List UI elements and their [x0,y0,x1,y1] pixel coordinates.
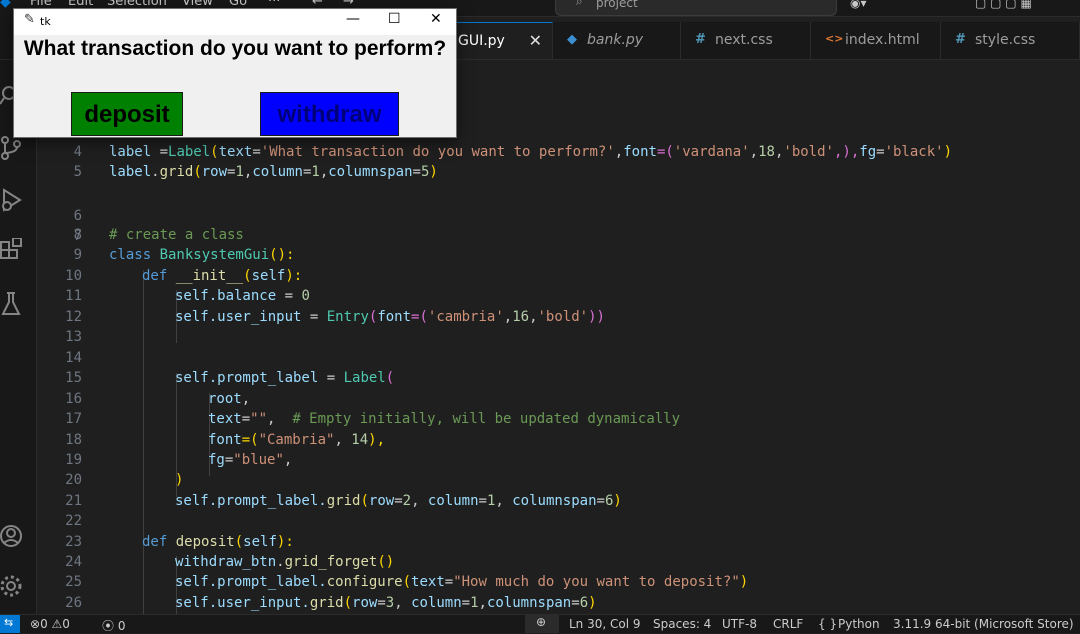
status-bar: ⇆ ⊗0 ⚠0 ⦿ 0 ⊕ Ln 30, Col 9 Spaces: 4 UTF… [0,614,1080,633]
line-number: 22 [65,513,82,529]
line-number: 9 [73,247,82,263]
line-number: 23 [65,534,82,550]
line-number: 11 [65,288,82,304]
line-ending[interactable]: CRLF [773,617,803,631]
ports-indicator[interactable]: ⦿ 0 [102,617,125,634]
copilot-icon[interactable]: ◉▾ [850,0,867,10]
line-number: 14 [65,350,82,366]
code-line: label.grid(row=1,column=1,columnspan=5) [109,164,438,180]
testing-icon[interactable] [0,290,24,318]
html-file-icon: <> [825,32,844,45]
code-line: self.prompt_label.grid(row=2, column=1, … [175,493,622,509]
python-interpreter[interactable]: 3.11.9 64-bit (Microsoft Store) [893,617,1074,631]
tab-next-css[interactable]: # next.css [681,22,811,59]
deposit-button[interactable]: deposit [71,92,183,136]
braces-icon: { } [818,617,838,631]
line-number: 8 [73,227,82,243]
line-number: 24 [65,554,82,570]
command-center-search[interactable]: ⌕ project [555,0,837,16]
close-icon[interactable]: ✕ [430,11,442,27]
cursor-position[interactable]: Ln 30, Col 9 [569,617,641,631]
withdraw-button[interactable]: withdraw [260,92,399,136]
run-debug-icon[interactable] [0,186,24,214]
vscode-logo-icon[interactable]: ◆ [0,0,11,10]
broadcast-icon: ⦿ [102,619,118,633]
python-file-icon: ◆ [567,32,577,47]
line-number: 10 [65,268,82,284]
code-line: font=("Cambria", 14), [208,432,386,448]
zoom-button[interactable]: ⊕ [525,615,559,633]
line-number: 25 [65,574,82,590]
encoding[interactable]: UTF-8 [722,617,757,631]
tab-label: index.html [845,32,920,48]
code-line: def __init__(self): [142,268,303,284]
code-line: # create a class [109,227,244,243]
code-line: fg="blue", [208,452,293,468]
code-line: def deposit(self): [142,534,294,550]
code-line: self.user_input.grid(row=3, column=1,col… [175,595,597,611]
line-number: 17 [65,411,82,427]
line-number: 6 [73,208,82,224]
tab-label: bank.py [587,32,644,48]
line-number: 18 [65,432,82,448]
code-line: self.prompt_label = Label( [175,370,395,386]
line-number: 12 [65,309,82,325]
code-line: text="", # Empty initially, will be upda… [208,411,681,427]
problems-indicator[interactable]: ⊗0 ⚠0 [30,617,70,631]
line-number: 5 [73,164,82,180]
indentation[interactable]: Spaces: 4 [653,617,711,631]
line-number: 20 [65,472,82,488]
question-label: What transaction do you want to perform? [23,37,447,60]
code-line: self.user_input = Entry(font=('cambria',… [175,309,605,325]
tab-label: next.css [715,32,773,48]
search-icon: ⌕ [576,0,583,8]
line-number: 4 [73,144,82,160]
tab-label: style.css [975,32,1036,48]
code-line: withdraw_btn.grid_forget() [175,554,395,570]
gear-icon[interactable] [0,572,24,600]
language-mode[interactable]: Python [838,617,880,631]
code-line: label =Label(text='What transaction do y… [109,144,953,160]
css-file-icon: # [955,32,966,47]
line-number: 26 [65,595,82,611]
line-number: 15 [65,370,82,386]
code-line: class BanksystemGui(): [109,247,295,263]
remote-indicator[interactable]: ⇆ [0,615,20,633]
zoom-icon: ⊕ [536,615,547,629]
feather-icon: ✎ [24,12,35,27]
code-line: self.prompt_label.configure(text="How mu… [175,574,749,590]
tk-window-title: tk [40,15,51,28]
indent-guide [143,270,144,614]
code-line: root, [208,391,251,407]
maximize-icon[interactable]: ☐ [388,11,401,27]
line-number: 19 [65,452,82,468]
search-text: project [596,0,638,10]
tab-style-css[interactable]: # style.css [941,22,1080,59]
extensions-icon[interactable] [0,238,24,266]
account-icon[interactable] [0,522,24,550]
code-line: ) [175,472,184,488]
tk-title-bar[interactable]: ✎ tk — ☐ ✕ [14,9,456,35]
code-line: self.balance = 0 [175,288,310,304]
line-number: 21 [65,493,82,509]
line-number: 13 [65,329,82,345]
remote-icon: ⇆ [4,616,14,629]
close-icon[interactable]: ✕ [529,31,542,50]
layout-icon[interactable]: ▢ ▢ ▢ ▦ [975,0,1032,10]
line-number: 16 [65,391,82,407]
tk-window: ✎ tk — ☐ ✕ What transaction do you want … [13,8,457,138]
tab-index-html[interactable]: <> index.html [811,22,941,59]
code-editor[interactable]: 4 label =Label(text='What transaction do… [37,60,1080,614]
tab-label: GUI.py [458,33,505,49]
warning-icon: ⚠ [51,617,63,631]
source-control-icon[interactable] [0,134,24,162]
tab-bank-py[interactable]: ◆ bank.py [553,22,681,59]
error-icon: ⊗ [30,617,41,631]
minimize-icon[interactable]: — [346,11,360,27]
css-file-icon: # [695,32,706,47]
